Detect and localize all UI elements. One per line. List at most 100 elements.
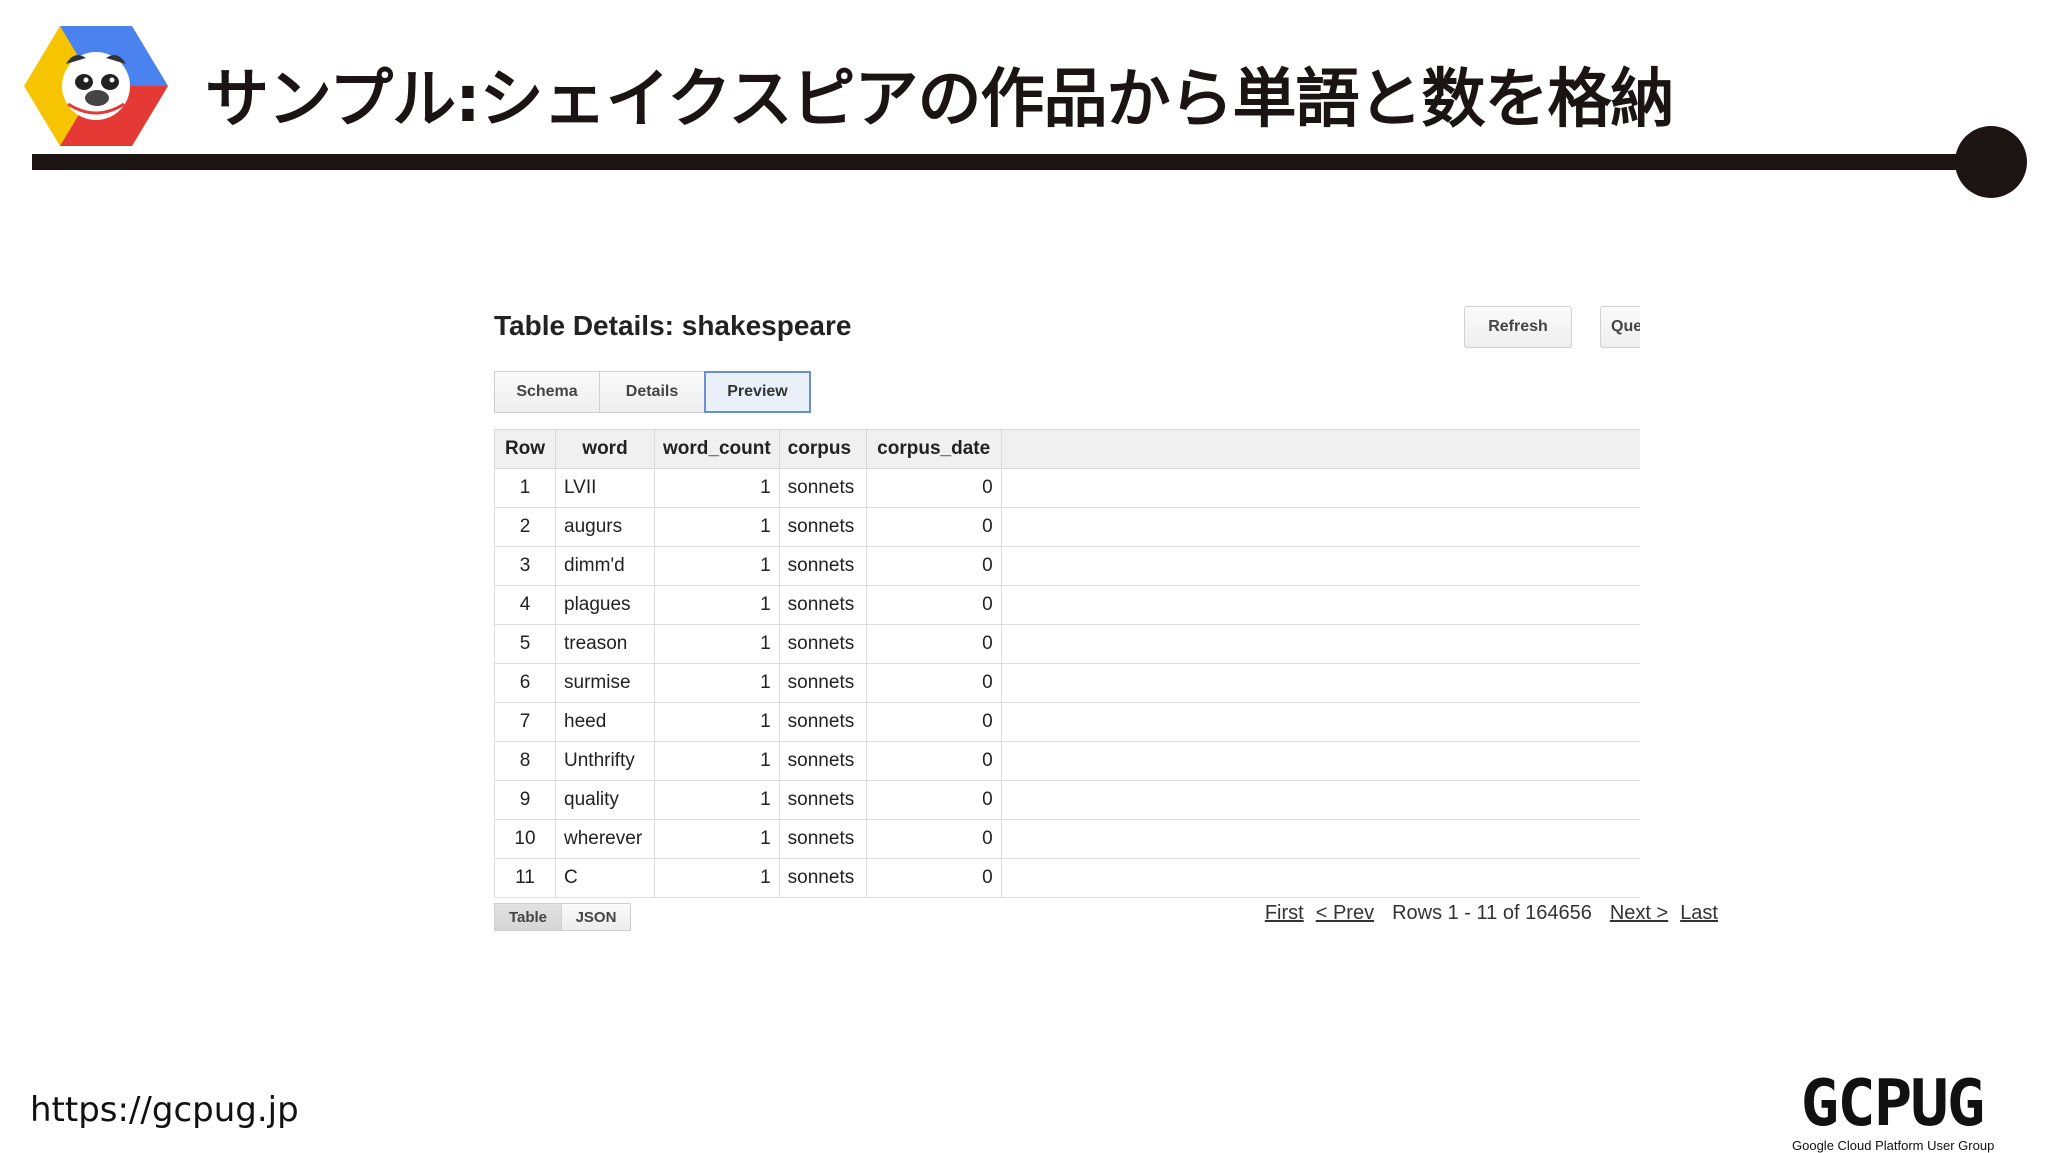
- footer-url: https://gcpug.jp: [30, 1090, 299, 1130]
- cell-corpus: sonnets: [778, 780, 867, 820]
- cell-corpus-date: 0: [865, 819, 1002, 859]
- cell-word-count: 1: [654, 468, 780, 508]
- cell-word: dimm'd: [555, 546, 655, 586]
- cell-word-count: 1: [654, 507, 780, 547]
- cell-word: surmise: [555, 663, 655, 703]
- table-row: 9 quality 1 sonnets 0: [494, 780, 1640, 820]
- table-details-heading: Table Details: shakespeare: [494, 310, 852, 341]
- cell-corpus: sonnets: [778, 741, 867, 781]
- cell-corpus-date: 0: [865, 858, 1002, 898]
- cell-corpus-date: 0: [865, 663, 1002, 703]
- cell-row-number: 2: [494, 507, 556, 547]
- tab-details[interactable]: Details: [599, 371, 705, 413]
- cell-corpus-date: 0: [865, 507, 1002, 547]
- cell-word: LVII: [555, 468, 655, 508]
- cell-word-count: 1: [654, 780, 780, 820]
- pagination: First < Prev Rows 1 - 11 of 164656 Next …: [1018, 902, 1718, 925]
- title-rule: [32, 154, 1992, 170]
- column-header-row: Row: [494, 429, 556, 469]
- cell-corpus: sonnets: [778, 858, 867, 898]
- tab-schema[interactable]: Schema: [494, 371, 600, 413]
- table-row: 10 wherever 1 sonnets 0: [494, 819, 1640, 859]
- cell-filler: [1000, 780, 1640, 820]
- cell-filler: [1000, 624, 1640, 664]
- cell-row-number: 11: [494, 858, 556, 898]
- pager-prev-link[interactable]: < Prev: [1316, 902, 1374, 925]
- cell-row-number: 8: [494, 741, 556, 781]
- column-header-corpus: corpus: [778, 429, 867, 469]
- cell-corpus-date: 0: [865, 780, 1002, 820]
- cell-word-count: 1: [654, 858, 780, 898]
- cell-corpus: sonnets: [778, 468, 867, 508]
- refresh-button[interactable]: Refresh: [1464, 306, 1572, 348]
- cell-word: heed: [555, 702, 655, 742]
- cell-filler: [1000, 702, 1640, 742]
- view-toggle: Table JSON: [494, 903, 631, 931]
- cell-row-number: 3: [494, 546, 556, 586]
- cell-corpus-date: 0: [865, 546, 1002, 586]
- brand-tagline: Google Cloud Platform User Group: [1792, 1138, 1995, 1153]
- brand-name: GCPUG: [1800, 1067, 1986, 1141]
- slide-title: サンプル:シェイクスピアの作品から単語と数を格納: [205, 63, 1674, 137]
- pager-next-link[interactable]: Next >: [1610, 902, 1668, 925]
- tab-preview[interactable]: Preview: [704, 371, 811, 413]
- table-row: 2 augurs 1 sonnets 0: [494, 507, 1640, 547]
- cell-filler: [1000, 468, 1640, 508]
- cell-corpus-date: 0: [865, 585, 1002, 625]
- cell-corpus: sonnets: [778, 702, 867, 742]
- cell-word: plagues: [555, 585, 655, 625]
- cell-word-count: 1: [654, 546, 780, 586]
- table-row: 8 Unthrifty 1 sonnets 0: [494, 741, 1640, 781]
- cell-corpus: sonnets: [778, 507, 867, 547]
- column-header-corpus-date: corpus_date: [865, 429, 1002, 469]
- table-row: 5 treason 1 sonnets 0: [494, 624, 1640, 664]
- cell-word-count: 1: [654, 819, 780, 859]
- cell-row-number: 6: [494, 663, 556, 703]
- panel-crop-edge: [1640, 288, 1680, 408]
- cell-word: wherever: [555, 819, 655, 859]
- cell-filler: [1000, 741, 1640, 781]
- json-view-button[interactable]: JSON: [561, 903, 631, 931]
- details-tabs: Schema Details Preview: [494, 371, 811, 413]
- cell-word-count: 1: [654, 741, 780, 781]
- cell-row-number: 7: [494, 702, 556, 742]
- table-row: 3 dimm'd 1 sonnets 0: [494, 546, 1640, 586]
- cell-filler: [1000, 663, 1640, 703]
- cell-filler: [1000, 585, 1640, 625]
- column-header-word: word: [555, 429, 655, 469]
- cell-corpus-date: 0: [865, 702, 1002, 742]
- table-row: 4 plagues 1 sonnets 0: [494, 585, 1640, 625]
- cell-word-count: 1: [654, 663, 780, 703]
- pager-first-link[interactable]: First: [1265, 902, 1304, 925]
- cell-row-number: 4: [494, 585, 556, 625]
- pager-row-info: Rows 1 - 11 of 164656: [1392, 902, 1592, 924]
- cell-corpus: sonnets: [778, 624, 867, 664]
- cell-word: C: [555, 858, 655, 898]
- cell-word-count: 1: [654, 585, 780, 625]
- cell-word: quality: [555, 780, 655, 820]
- gcpug-brand-logo: GCPUG Google Cloud Platform User Group: [1792, 1067, 1995, 1153]
- cell-word: Unthrifty: [555, 741, 655, 781]
- cell-corpus: sonnets: [778, 663, 867, 703]
- table-body: 1 LVII 1 sonnets 0 2 augurs 1 sonnets 0 3 dimm'd 1 so…: [494, 468, 1640, 898]
- table-row: 1 LVII 1 sonnets 0: [494, 468, 1640, 508]
- gcpug-pug-logo: [24, 24, 168, 148]
- cell-row-number: 9: [494, 780, 556, 820]
- cell-corpus-date: 0: [865, 624, 1002, 664]
- column-header-filler: [1000, 429, 1640, 469]
- table-view-button[interactable]: Table: [494, 903, 562, 931]
- cell-word: treason: [555, 624, 655, 664]
- pager-last-link[interactable]: Last: [1680, 902, 1718, 925]
- rule-end-dot: [1955, 126, 2027, 198]
- cell-filler: [1000, 546, 1640, 586]
- table-row: 7 heed 1 sonnets 0: [494, 702, 1640, 742]
- cell-row-number: 5: [494, 624, 556, 664]
- cell-corpus: sonnets: [778, 819, 867, 859]
- table-details-panel: Table Details: shakespeare Refresh Que S…: [492, 288, 1718, 948]
- table-row: 6 surmise 1 sonnets 0: [494, 663, 1640, 703]
- cell-row-number: 1: [494, 468, 556, 508]
- cell-filler: [1000, 858, 1640, 898]
- cell-row-number: 10: [494, 819, 556, 859]
- preview-table: Row word word_count corpus corpus_date 1…: [494, 429, 1640, 898]
- cell-corpus-date: 0: [865, 468, 1002, 508]
